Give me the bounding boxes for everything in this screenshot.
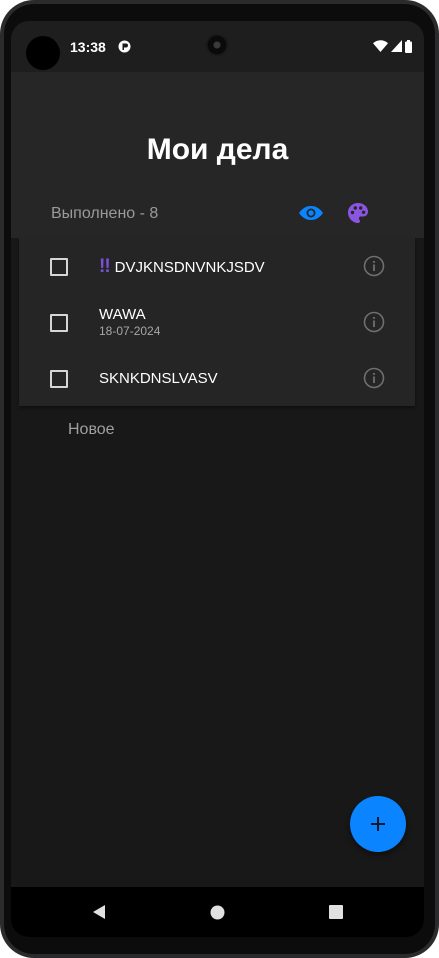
phone-frame: 13:38 Мои дела Выполнено - 8 !! DVJKNSDN… — [0, 0, 439, 958]
task-title-text: DVJKNSDNVNKJSDV — [114, 259, 265, 276]
task-row[interactable]: !! DVJKNSDNVNKJSDV — [19, 238, 415, 294]
wifi-icon — [373, 40, 388, 52]
eye-icon[interactable] — [298, 203, 324, 223]
camera-lens — [205, 33, 229, 57]
page-title: Мои дела — [146, 133, 289, 166]
battery-icon — [405, 39, 412, 53]
plus-icon — [371, 817, 385, 831]
app-header: Мои дела Выполнено - 8 — [11, 72, 424, 238]
app-notification-icon — [118, 40, 131, 53]
cell-signal-icon — [391, 40, 402, 52]
new-task-link[interactable]: Новое — [68, 421, 115, 439]
palette-icon[interactable] — [347, 202, 369, 224]
task-deadline-date: 18-07-2024 — [99, 324, 161, 338]
task-checkbox[interactable] — [50, 370, 68, 388]
info-icon[interactable] — [363, 367, 385, 389]
status-icons — [373, 39, 412, 53]
task-title: WAWA — [99, 306, 146, 323]
add-task-button[interactable] — [350, 796, 406, 852]
status-bar: 13:38 — [11, 21, 424, 72]
completed-count-label: Выполнено - 8 — [51, 205, 159, 222]
back-icon — [93, 905, 105, 919]
task-title: SKNKDNSLVASV — [99, 370, 218, 387]
status-time: 13:38 — [70, 39, 106, 55]
task-checkbox[interactable] — [50, 258, 68, 276]
recents-icon — [329, 905, 343, 919]
app-screen: 13:38 Мои дела Выполнено - 8 !! DVJKNSDN… — [11, 21, 424, 937]
home-button[interactable] — [202, 887, 232, 937]
task-checkbox[interactable] — [50, 314, 68, 332]
task-row[interactable]: SKNKDNSLVASV — [19, 350, 415, 406]
info-icon[interactable] — [363, 311, 385, 333]
task-list: !! DVJKNSDNVNKJSDV WAWA 18-07-2024 SKNKD… — [19, 238, 415, 406]
info-icon[interactable] — [363, 255, 385, 277]
front-camera-cutout — [26, 36, 60, 70]
task-row[interactable]: WAWA 18-07-2024 — [19, 294, 415, 350]
high-priority-mark: !! — [99, 256, 111, 277]
task-title: !! DVJKNSDNVNKJSDV — [99, 256, 265, 278]
recents-button[interactable] — [321, 887, 351, 937]
back-button[interactable] — [84, 887, 114, 937]
home-icon — [210, 905, 224, 919]
system-nav-bar — [11, 887, 424, 937]
